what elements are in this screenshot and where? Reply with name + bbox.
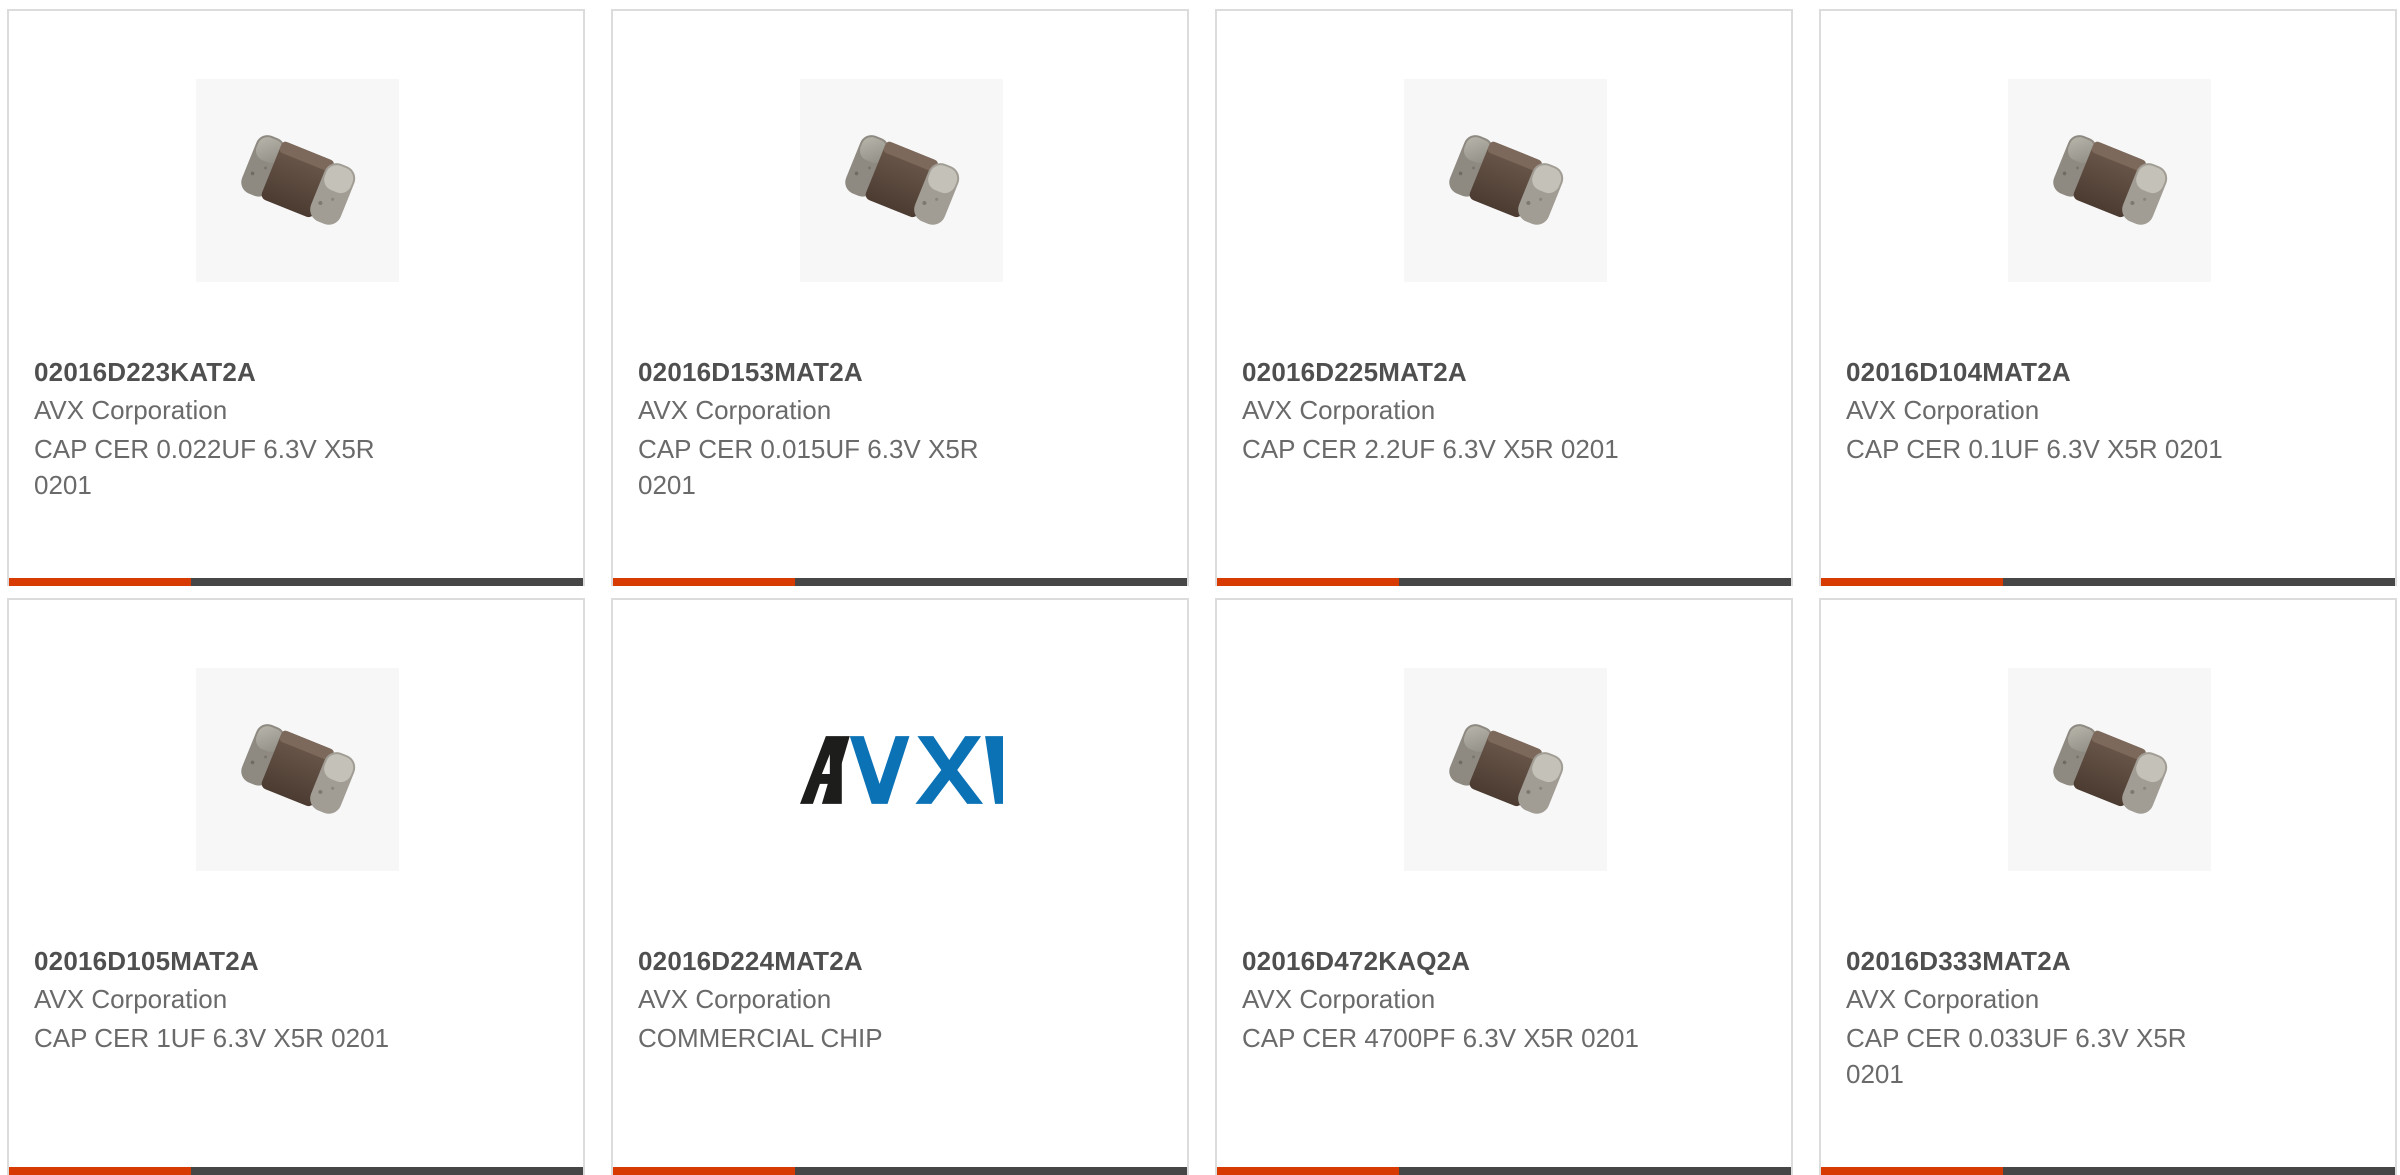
part-number-link[interactable]: 02016D153MAT2A: [638, 357, 863, 388]
manufacturer-name: AVX Corporation: [34, 395, 228, 425]
capacitor-chip-icon: [240, 134, 355, 225]
capacitor-chip-icon: [2052, 723, 2167, 814]
product-description: CAP CER 0.1UF 6.3V X5R 0201: [1846, 434, 2223, 464]
product-card[interactable]: 02016D333MAT2A AVX Corporation CAP CER 0…: [1819, 598, 2397, 1175]
part-number-link[interactable]: 02016D223KAT2A: [34, 357, 256, 388]
part-number-link[interactable]: 02016D333MAT2A: [1846, 946, 2071, 977]
part-number-link[interactable]: 02016D225MAT2A: [1242, 357, 1467, 388]
card-accent-bar: [1821, 578, 2003, 586]
product-image[interactable]: [196, 668, 399, 871]
card-accent-bar: [1217, 1167, 1399, 1175]
product-description: CAP CER 0.015UF 6.3V X5R 0201: [638, 434, 979, 500]
card-bottom-bar: [1217, 1167, 1791, 1175]
product-image[interactable]: [1404, 668, 1607, 871]
manufacturer-name: AVX Corporation: [1846, 395, 2040, 425]
card-accent-bar: [613, 578, 795, 586]
card-accent-bar: [9, 578, 191, 586]
product-description: CAP CER 1UF 6.3V X5R 0201: [34, 1023, 390, 1053]
product-image[interactable]: [1404, 79, 1607, 282]
product-image[interactable]: [196, 79, 399, 282]
manufacturer-name: AVX Corporation: [1846, 984, 2040, 1014]
manufacturer-name: AVX Corporation: [34, 984, 228, 1014]
card-accent-bar: [1217, 578, 1399, 586]
card-accent-bar: [9, 1167, 191, 1175]
product-image[interactable]: [2008, 79, 2211, 282]
product-card[interactable]: 02016D104MAT2A AVX Corporation CAP CER 0…: [1819, 9, 2397, 586]
avx-logo-icon: [800, 735, 1003, 804]
card-accent-bar: [613, 1167, 795, 1175]
card-bottom-bar: [9, 578, 583, 586]
product-card[interactable]: 02016D224MAT2A AVX Corporation COMMERCIA…: [611, 598, 1189, 1175]
card-bottom-bar: [1217, 578, 1791, 586]
product-image[interactable]: [800, 668, 1003, 871]
product-description: CAP CER 0.033UF 6.3V X5R 0201: [1846, 1023, 2187, 1089]
product-image[interactable]: [800, 79, 1003, 282]
product-description: CAP CER 2.2UF 6.3V X5R 0201: [1242, 434, 1619, 464]
product-card[interactable]: 02016D153MAT2A AVX Corporation CAP CER 0…: [611, 9, 1189, 586]
manufacturer-name: AVX Corporation: [638, 395, 832, 425]
product-description: CAP CER 4700PF 6.3V X5R 0201: [1242, 1023, 1639, 1053]
card-accent-bar: [1821, 1167, 2003, 1175]
product-description: COMMERCIAL CHIP: [638, 1023, 883, 1053]
card-bottom-bar: [1821, 578, 2395, 586]
manufacturer-name: AVX Corporation: [1242, 395, 1436, 425]
capacitor-chip-icon: [1448, 723, 1563, 814]
capacitor-chip-icon: [240, 723, 355, 814]
card-bottom-bar: [613, 578, 1187, 586]
product-card[interactable]: 02016D223KAT2A AVX Corporation CAP CER 0…: [7, 9, 585, 586]
product-card[interactable]: 02016D105MAT2A AVX Corporation CAP CER 1…: [7, 598, 585, 1175]
product-card[interactable]: 02016D225MAT2A AVX Corporation CAP CER 2…: [1215, 9, 1793, 586]
manufacturer-name: AVX Corporation: [638, 984, 832, 1014]
capacitor-chip-icon: [2052, 134, 2167, 225]
capacitor-chip-icon: [844, 134, 959, 225]
manufacturer-name: AVX Corporation: [1242, 984, 1436, 1014]
product-description: CAP CER 0.022UF 6.3V X5R 0201: [34, 434, 375, 500]
product-image[interactable]: [2008, 668, 2211, 871]
part-number-link[interactable]: 02016D105MAT2A: [34, 946, 259, 977]
capacitor-chip-icon: [1448, 134, 1563, 225]
card-bottom-bar: [9, 1167, 583, 1175]
card-bottom-bar: [613, 1167, 1187, 1175]
product-card[interactable]: 02016D472KAQ2A AVX Corporation CAP CER 4…: [1215, 598, 1793, 1175]
part-number-link[interactable]: 02016D104MAT2A: [1846, 357, 2071, 388]
card-bottom-bar: [1821, 1167, 2395, 1175]
part-number-link[interactable]: 02016D472KAQ2A: [1242, 946, 1470, 977]
part-number-link[interactable]: 02016D224MAT2A: [638, 946, 863, 977]
